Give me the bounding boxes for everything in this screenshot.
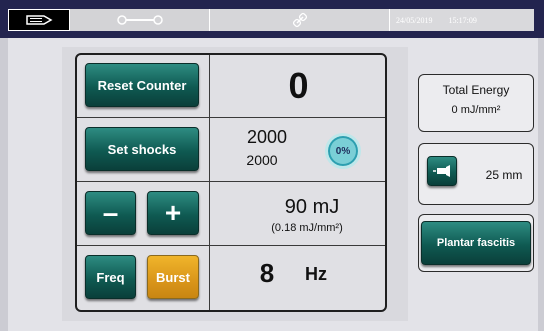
protocol-card[interactable]: Plantar fascitis (418, 214, 534, 272)
frequency-unit: Hz (305, 264, 327, 284)
applicator-button[interactable] (427, 156, 457, 186)
progress-indicator: 0% (325, 133, 361, 169)
counter-value: 0 (288, 65, 309, 106)
tab-datetime: 24/05/2019 15:17:09 (390, 9, 534, 31)
handpiece-icon (26, 15, 53, 25)
total-energy-card: Total Energy 0 mJ/mm² (418, 74, 534, 132)
time-text: 15:17:09 (448, 15, 477, 25)
shocks-set-value: 2000 (246, 127, 288, 147)
row-divider (77, 181, 385, 182)
tab-handpiece[interactable] (8, 9, 70, 31)
set-shocks-button[interactable]: Set shocks (85, 127, 199, 171)
row-divider (77, 117, 385, 118)
plus-button[interactable]: + (147, 191, 199, 235)
total-energy-value: 0 mJ/mm² (451, 104, 501, 116)
tab-connection[interactable] (210, 9, 390, 31)
shocks-remaining-value: 2000 (246, 152, 278, 168)
top-bar: 24/05/2019 15:17:09 (0, 0, 544, 38)
applicator-card[interactable]: 25 mm (418, 143, 534, 205)
applicator-icon (433, 165, 450, 177)
date-text: 24/05/2019 (396, 15, 433, 25)
burst-button[interactable]: Burst (147, 255, 199, 299)
reset-counter-button[interactable]: Reset Counter (85, 63, 199, 107)
wrench-icon (116, 15, 163, 25)
total-energy-label: Total Energy (442, 83, 510, 97)
freq-button[interactable]: Freq (85, 255, 136, 299)
applicator-size: 25 mm (485, 168, 523, 182)
treatment-panel: Reset Counter 0 Set shocks 2000 2000 0% … (75, 53, 387, 312)
left-edge (0, 38, 8, 331)
progress-percent: 0% (335, 145, 351, 157)
energy-density: (0.18 mJ/mm²) (271, 222, 343, 234)
tab-settings[interactable] (70, 9, 210, 31)
top-tabs: 24/05/2019 15:17:09 (8, 9, 534, 31)
link-icon (292, 12, 307, 28)
protocol-button[interactable]: Plantar fascitis (421, 221, 531, 265)
right-edge (538, 38, 544, 331)
row-divider (77, 245, 385, 246)
energy-value: 90 mJ (284, 196, 340, 218)
minus-button[interactable]: – (85, 191, 136, 235)
frequency-value: 8 (259, 258, 275, 288)
